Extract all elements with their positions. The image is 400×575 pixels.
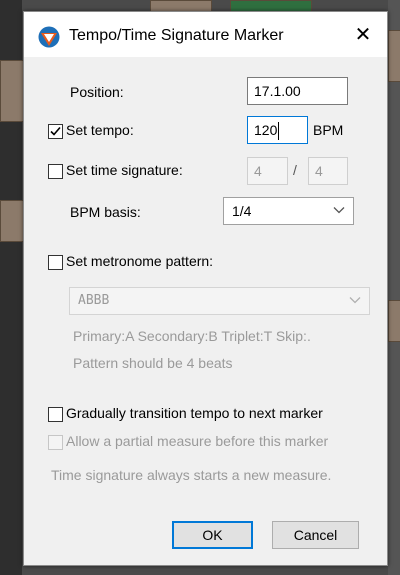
close-icon: ✕ bbox=[354, 24, 372, 46]
bpm-basis-value: 1/4 bbox=[232, 203, 252, 219]
gradual-transition-label[interactable]: Gradually transition tempo to next marke… bbox=[66, 405, 323, 421]
numerator-input[interactable]: 4 bbox=[247, 157, 288, 185]
position-label: Position: bbox=[70, 84, 124, 100]
chevron-down-icon bbox=[333, 207, 345, 214]
background-item bbox=[388, 300, 400, 342]
background-item bbox=[0, 200, 24, 242]
close-button[interactable]: ✕ bbox=[347, 20, 379, 50]
tempo-value: 120 bbox=[254, 122, 278, 138]
set-tempo-checkbox[interactable] bbox=[48, 124, 63, 139]
chevron-down-icon bbox=[349, 297, 361, 304]
gradual-transition-checkbox[interactable] bbox=[48, 407, 63, 422]
set-time-signature-checkbox[interactable] bbox=[48, 164, 63, 179]
tempo-marker-dialog: Tempo/Time Signature Marker ✕ Position: … bbox=[23, 11, 388, 566]
metronome-hint-1: Primary:A Secondary:B Triplet:T Skip:. bbox=[73, 328, 311, 344]
metronome-hint-2: Pattern should be 4 beats bbox=[73, 355, 233, 371]
checkmark-icon bbox=[50, 126, 61, 136]
metronome-pattern-combo[interactable]: ABBB bbox=[69, 287, 370, 315]
set-tempo-label[interactable]: Set tempo: bbox=[66, 122, 134, 138]
tempo-input[interactable]: 120 bbox=[247, 116, 308, 144]
set-time-signature-label[interactable]: Set time signature: bbox=[66, 162, 183, 178]
background-right-panel bbox=[388, 0, 400, 575]
text-caret bbox=[278, 122, 280, 141]
background-item bbox=[388, 30, 400, 82]
denominator-value: 4 bbox=[315, 163, 323, 179]
cancel-button[interactable]: Cancel bbox=[272, 521, 359, 549]
partial-measure-label: Allow a partial measure before this mark… bbox=[66, 433, 329, 449]
set-metronome-label[interactable]: Set metronome pattern: bbox=[66, 253, 213, 269]
time-signature-separator: / bbox=[293, 162, 297, 178]
time-signature-note: Time signature always starts a new measu… bbox=[51, 467, 332, 483]
reaper-logo-icon bbox=[38, 26, 60, 48]
bpm-basis-select[interactable]: 1/4 bbox=[223, 197, 354, 225]
ok-button[interactable]: OK bbox=[172, 521, 253, 549]
metronome-pattern-value: ABBB bbox=[78, 293, 110, 308]
partial-measure-checkbox[interactable] bbox=[48, 435, 63, 450]
title-bar: Tempo/Time Signature Marker ✕ bbox=[24, 12, 387, 57]
numerator-value: 4 bbox=[254, 163, 262, 179]
background-item bbox=[0, 60, 24, 122]
position-input[interactable]: 17.1.00 bbox=[247, 77, 348, 105]
set-metronome-checkbox[interactable] bbox=[48, 255, 63, 270]
denominator-input[interactable]: 4 bbox=[308, 157, 348, 185]
dialog-title: Tempo/Time Signature Marker bbox=[69, 27, 284, 44]
bpm-basis-label: BPM basis: bbox=[70, 204, 141, 220]
bpm-unit-label: BPM bbox=[313, 122, 344, 138]
position-value: 17.1.00 bbox=[254, 83, 301, 99]
